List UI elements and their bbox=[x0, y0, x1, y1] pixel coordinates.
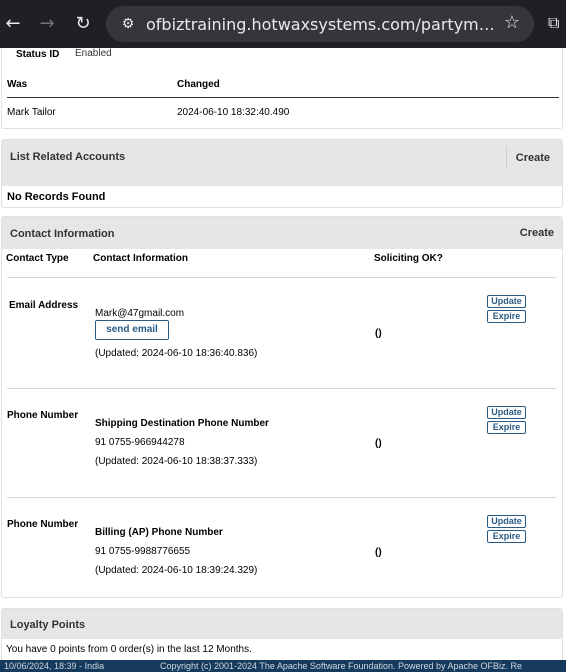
email-value-link[interactable]: Mark@47gmail.com bbox=[95, 308, 184, 319]
page-content: Status ID Enabled Was Changed Mark Tailo… bbox=[0, 48, 566, 660]
contact-info-create-link[interactable]: Create bbox=[520, 227, 554, 239]
billing-phone-heading: Billing (AP) Phone Number bbox=[95, 527, 223, 538]
shipping-phone-value: 91 0755-966944278 bbox=[95, 437, 185, 448]
email-update-button[interactable]: Update bbox=[487, 295, 526, 308]
column-header-soliciting: Soliciting OK? bbox=[374, 253, 443, 264]
forward-arrow-icon[interactable]: → bbox=[36, 13, 58, 35]
contact-info-title: Contact Information bbox=[10, 228, 115, 240]
column-header-contact-information: Contact Information bbox=[93, 253, 188, 264]
contact-type-phone-billing: Phone Number bbox=[7, 519, 79, 530]
email-updated-text: (Updated: 2024-06-10 18:36:40.836) bbox=[95, 348, 258, 359]
footer-bar: 10/06/2024, 18:39 - India Copyright (c) … bbox=[0, 660, 566, 672]
email-expire-button[interactable]: Expire bbox=[487, 310, 526, 323]
billing-phone-update-button[interactable]: Update bbox=[487, 515, 526, 528]
address-bar[interactable]: ⚙ ofbiztraining.hotwaxsystems.com/partym… bbox=[106, 6, 534, 42]
loyalty-points-text: You have 0 points from 0 order(s) in the… bbox=[6, 644, 252, 655]
contact-info-header: Contact Information Create bbox=[2, 217, 562, 249]
billing-phone-updated: (Updated: 2024-06-10 18:39:24.329) bbox=[95, 565, 258, 576]
column-header-was: Was bbox=[7, 79, 28, 90]
billing-phone-soliciting: () bbox=[375, 547, 382, 558]
loyalty-points-panel: Loyalty Points You have 0 points from 0 … bbox=[1, 608, 563, 660]
loyalty-points-header: Loyalty Points bbox=[2, 609, 562, 639]
status-history-panel: Status ID Enabled Was Changed Mark Tailo… bbox=[1, 48, 563, 129]
was-value: Mark Tailor bbox=[7, 107, 56, 118]
changed-value: 2024-06-10 18:32:40.490 bbox=[177, 107, 290, 118]
contact-type-email: Email Address bbox=[9, 300, 79, 311]
site-settings-icon[interactable]: ⚙ bbox=[118, 14, 138, 34]
status-id-label: Status ID bbox=[16, 49, 60, 60]
related-accounts-title: List Related Accounts bbox=[10, 151, 126, 163]
browser-toolbar: ← → ↻ ⚙ ofbiztraining.hotwaxsystems.com/… bbox=[0, 0, 566, 48]
related-accounts-header: List Related Accounts Create bbox=[2, 140, 562, 186]
extensions-icon[interactable]: ⧉ bbox=[548, 13, 566, 33]
footer-copyright: Copyright (c) 2001-2024 The Apache Softw… bbox=[160, 661, 523, 671]
column-header-changed: Changed bbox=[177, 79, 220, 90]
billing-phone-expire-button[interactable]: Expire bbox=[487, 530, 526, 543]
shipping-phone-soliciting: () bbox=[375, 438, 382, 449]
loyalty-points-title: Loyalty Points bbox=[10, 619, 86, 631]
related-accounts-panel: List Related Accounts Create No Records … bbox=[1, 139, 563, 208]
row-divider bbox=[7, 388, 556, 389]
url-text[interactable]: ofbiztraining.hotwaxsystems.com/partymgr… bbox=[146, 15, 496, 34]
no-records-text: No Records Found bbox=[7, 191, 106, 203]
shipping-phone-heading: Shipping Destination Phone Number bbox=[95, 418, 269, 429]
back-arrow-icon[interactable]: ← bbox=[2, 13, 24, 35]
footer-datetime: 10/06/2024, 18:39 - India bbox=[4, 661, 105, 671]
table-divider bbox=[7, 277, 556, 278]
shipping-phone-updated: (Updated: 2024-06-10 18:38:37.333) bbox=[95, 456, 258, 467]
shipping-phone-expire-button[interactable]: Expire bbox=[487, 421, 526, 434]
contact-type-phone-shipping: Phone Number bbox=[7, 410, 79, 421]
column-header-contact-type: Contact Type bbox=[6, 253, 69, 264]
header-separator bbox=[506, 146, 507, 168]
billing-phone-value: 91 0755-9988776655 bbox=[95, 546, 191, 557]
contact-info-panel: Contact Information Create Contact Type … bbox=[1, 216, 563, 598]
reload-icon[interactable]: ↻ bbox=[72, 13, 94, 35]
row-divider bbox=[7, 497, 556, 498]
related-accounts-create-link[interactable]: Create bbox=[516, 152, 550, 164]
shipping-phone-update-button[interactable]: Update bbox=[487, 406, 526, 419]
header-divider bbox=[7, 97, 559, 98]
send-email-button[interactable]: send email bbox=[95, 320, 169, 340]
email-soliciting-value: () bbox=[375, 328, 382, 339]
status-id-value: Enabled bbox=[75, 48, 112, 59]
bookmark-star-icon[interactable]: ☆ bbox=[504, 12, 520, 33]
